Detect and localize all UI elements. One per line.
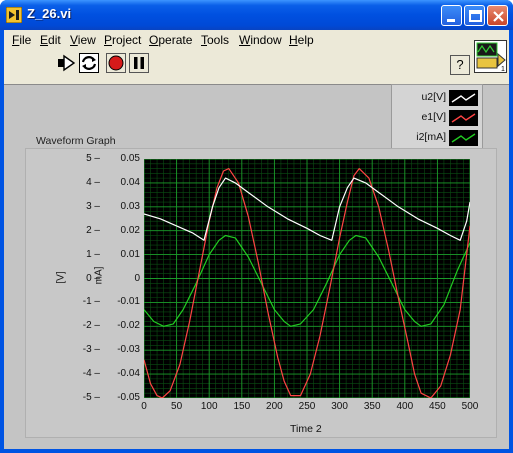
y-right-tick-label: 0.05: [120, 153, 140, 164]
y-right-tick-label: 0.04: [120, 176, 140, 188]
x-tick-label: 500: [461, 401, 479, 412]
help-icon: ?: [456, 57, 464, 72]
legend-row-e1[interactable]: e1[V]: [392, 108, 484, 128]
y-right-tick-label: -0.02: [117, 320, 140, 332]
run-arrow-icon[interactable]: [57, 53, 77, 73]
y-right-tick-label: 0.02: [120, 224, 140, 236]
pause-icon[interactable]: [129, 53, 149, 73]
plot-legend[interactable]: u2[V] e1[V] i2[mA]: [391, 84, 483, 150]
x-tick-label: 400: [396, 401, 414, 412]
y-left-tick-label: 1 –: [86, 248, 100, 260]
y-right-tick-label: 0.03: [120, 200, 140, 212]
y-right-tick-label: -0.03: [117, 344, 140, 356]
legend-swatch-i2: [449, 130, 478, 146]
y-right-tick-label: -0.01: [117, 296, 140, 308]
menu-window[interactable]: Window: [239, 33, 282, 47]
y-left-tick-label: 2 –: [86, 224, 100, 236]
y-left-tick-label: -1 –: [82, 296, 100, 308]
x-axis-label: Time 2: [290, 423, 322, 435]
y-left-tick-label: -2 –: [82, 320, 100, 332]
x-tick-label: 0: [141, 401, 147, 412]
y-left-tick-label: 3 –: [86, 200, 100, 212]
x-tick-label: 100: [200, 401, 218, 412]
y-right-tick-label: 0.01: [120, 248, 140, 260]
legend-swatch-u2: [449, 90, 478, 106]
menu-tools[interactable]: Tools: [201, 33, 229, 47]
minimize-icon: [447, 19, 455, 22]
legend-row-u2[interactable]: u2[V]: [392, 88, 484, 108]
menu-operate[interactable]: Operate: [149, 33, 192, 47]
x-tick-label: 250: [298, 401, 316, 412]
menu-bar: File Edit View Project Operate Tools Win…: [4, 30, 509, 51]
close-icon: [493, 11, 504, 22]
y-left-tick-label: -4 –: [82, 368, 100, 380]
x-tick-label: 450: [429, 401, 446, 412]
y-left-tick-label: -5 –: [82, 392, 100, 403]
menu-project[interactable]: Project: [104, 33, 141, 47]
abort-execution-icon[interactable]: [106, 53, 126, 73]
x-tick-label: 350: [363, 401, 381, 412]
graph-label: Waveform Graph: [36, 135, 116, 147]
menu-file[interactable]: File: [12, 33, 31, 47]
x-tick-label: 200: [266, 401, 283, 412]
y-left-tick-label: -3 –: [82, 344, 100, 356]
menu-help[interactable]: Help: [289, 33, 314, 47]
maximize-icon: [469, 10, 482, 22]
context-help-button[interactable]: ?: [450, 55, 470, 75]
y-left-tick-label: 4 –: [86, 176, 100, 188]
legend-row-i2[interactable]: i2[mA]: [392, 128, 484, 148]
toolbar: [4, 51, 509, 78]
maximize-button[interactable]: [464, 5, 485, 26]
minimize-button[interactable]: [441, 5, 462, 26]
menu-edit[interactable]: Edit: [40, 33, 61, 47]
y-axis-label-left: [V]: [55, 271, 67, 284]
close-button[interactable]: [487, 5, 508, 26]
y-left-tick-label: 0 –: [86, 272, 100, 284]
legend-swatch-e1: [449, 110, 478, 126]
y-right-tick-label: 0: [134, 272, 140, 284]
y-right-tick-label: -0.04: [117, 368, 140, 380]
vi-connector-pane-icon[interactable]: 1: [474, 40, 507, 73]
x-tick-label: 50: [171, 401, 183, 412]
menu-view[interactable]: View: [70, 33, 96, 47]
connector-number: 1: [501, 66, 505, 73]
labview-vi-icon: [6, 7, 22, 23]
y-left-tick-label: 5 –: [86, 153, 100, 164]
x-tick-label: 150: [233, 401, 251, 412]
run-continuously-icon[interactable]: [79, 53, 99, 73]
title-bar[interactable]: Z_26.vi: [0, 0, 513, 30]
plot-area[interactable]: [144, 159, 470, 398]
window-title: Z_26.vi: [27, 6, 72, 21]
x-tick-label: 300: [331, 401, 348, 412]
